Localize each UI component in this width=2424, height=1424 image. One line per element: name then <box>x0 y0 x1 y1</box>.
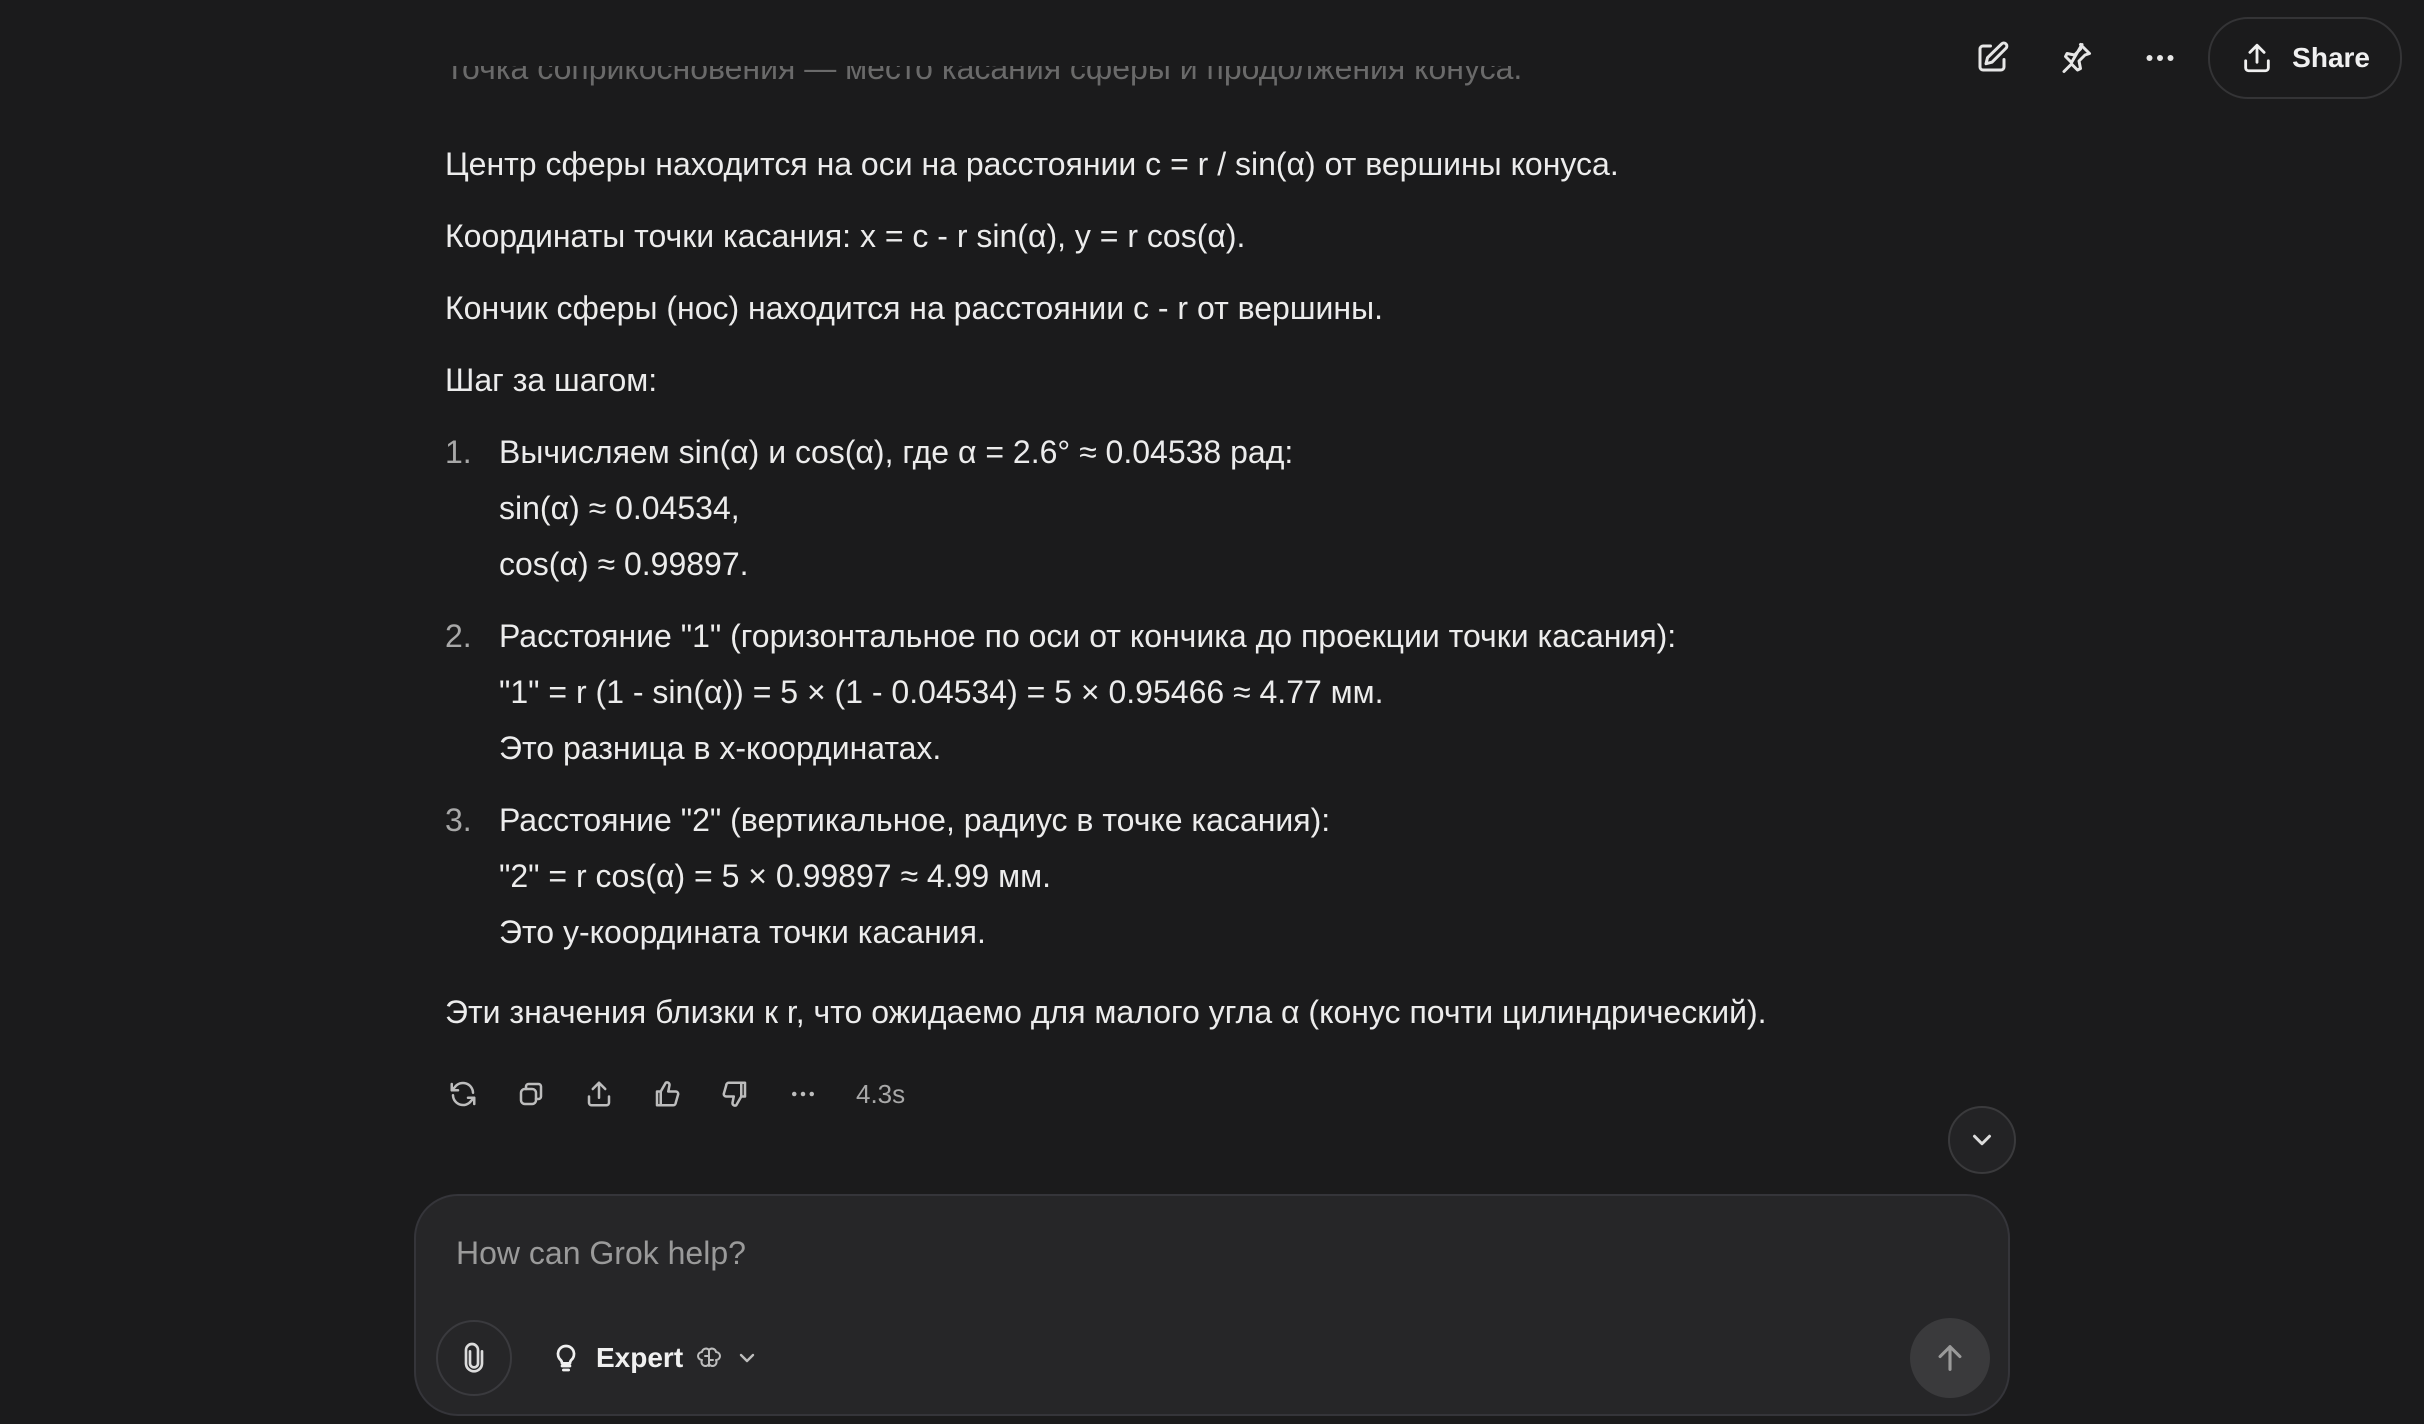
paragraph: Центр сферы находится на оси на расстоян… <box>445 146 1619 182</box>
list-line: Вычисляем sin(α) и cos(α), где α = 2.6° … <box>499 434 1294 470</box>
scroll-down-button[interactable] <box>1948 1106 2016 1174</box>
share-label: Share <box>2292 42 2370 73</box>
more-icon[interactable] <box>780 1070 848 1118</box>
pin-icon[interactable] <box>2034 18 2118 98</box>
more-icon[interactable] <box>2118 18 2202 98</box>
thumbs-up-icon[interactable] <box>644 1070 712 1118</box>
paragraph: Эти значения близки к r, что ожидаемо дл… <box>445 994 1767 1030</box>
lightbulb-icon <box>550 1342 582 1374</box>
chevron-down-icon <box>735 1346 759 1370</box>
list-number: 2. <box>445 618 472 654</box>
top-bar: Share <box>1950 17 2402 99</box>
list-line: Это разница в x-координатах. <box>499 730 942 766</box>
list-number: 1. <box>445 434 472 470</box>
response-time: 4.3s <box>856 1078 906 1109</box>
thumbs-down-icon[interactable] <box>712 1070 780 1118</box>
share-button[interactable]: Share <box>2208 17 2402 99</box>
list-line: "2" = r cos(α) = 5 × 0.99897 ≈ 4.99 мм. <box>499 858 1051 894</box>
prompt-input[interactable] <box>454 1228 1858 1278</box>
share-icon[interactable] <box>576 1070 644 1118</box>
upload-icon <box>2240 41 2274 75</box>
faded-line: Точка соприкосновения — место касания сф… <box>445 66 1523 86</box>
edit-icon[interactable] <box>1950 18 2034 98</box>
list-line: Это y-координата точки касания. <box>499 914 986 950</box>
composer: Expert <box>414 1194 2010 1416</box>
list-line: "1" = r (1 - sin(α)) = 5 × (1 - 0.04534)… <box>499 674 1384 710</box>
paragraph: Шаг за шагом: <box>445 362 658 398</box>
mode-selector[interactable]: Expert <box>550 1332 759 1384</box>
list-line: Расстояние "2" (вертикальное, радиус в т… <box>499 802 1331 838</box>
paperclip-icon <box>458 1342 490 1374</box>
arrow-up-icon <box>1933 1341 1967 1375</box>
list-line: Расстояние "1" (горизонтальное по оси от… <box>499 618 1677 654</box>
mode-label: Expert <box>596 1342 684 1373</box>
brain-icon <box>697 1346 722 1370</box>
paragraph: Координаты точки касания: x = c - r sin(… <box>445 218 1246 254</box>
chevron-down-icon <box>1967 1125 1997 1155</box>
paragraph: Кончик сферы (нос) находится на расстоян… <box>445 290 1383 326</box>
attach-button[interactable] <box>436 1320 512 1396</box>
list-number: 3. <box>445 802 472 838</box>
list-line: cos(α) ≈ 0.99897. <box>499 546 749 582</box>
regenerate-icon[interactable] <box>440 1070 508 1118</box>
list-line: sin(α) ≈ 0.04534, <box>499 490 740 526</box>
send-button[interactable] <box>1910 1318 1990 1398</box>
message-actions: 4.3s <box>440 1070 905 1118</box>
copy-icon[interactable] <box>508 1070 576 1118</box>
